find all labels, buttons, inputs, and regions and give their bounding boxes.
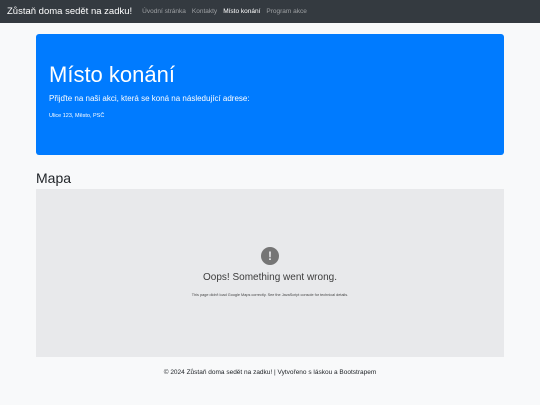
map-error-detail: This page didn't load Google Maps correc… — [191, 293, 349, 297]
footer-text: © 2024 Zůstaň doma sedět na zadku! | Vyt… — [163, 369, 377, 376]
nav-link-contacts[interactable]: Kontakty — [192, 8, 217, 15]
map-heading: Mapa — [36, 170, 72, 186]
navbar-brand[interactable]: Zůstaň doma sedět na zadku! — [7, 6, 132, 17]
nav-link-venue[interactable]: Místo konání — [223, 8, 260, 15]
page-title: Místo konání — [49, 62, 175, 87]
footer: © 2024 Zůstaň doma sedět na zadku! | Vyt… — [0, 369, 540, 376]
address-text: Ulice 123, Město, PSČ — [49, 113, 105, 119]
nav-link-program[interactable]: Program akce — [266, 8, 306, 15]
exclamation-icon: ! — [261, 247, 279, 265]
navbar: Zůstaň doma sedět na zadku! Úvodní strán… — [0, 0, 540, 23]
nav-link-home[interactable]: Úvodní stránka — [142, 8, 186, 15]
lead-text: Přijďte na naši akci, která se koná na n… — [49, 94, 250, 103]
jumbotron: Místo konání Přijďte na naši akci, která… — [36, 34, 504, 155]
map-error-title: Oops! Something went wrong. — [203, 272, 337, 283]
map-container[interactable]: ! Oops! Something went wrong. This page … — [36, 189, 504, 357]
